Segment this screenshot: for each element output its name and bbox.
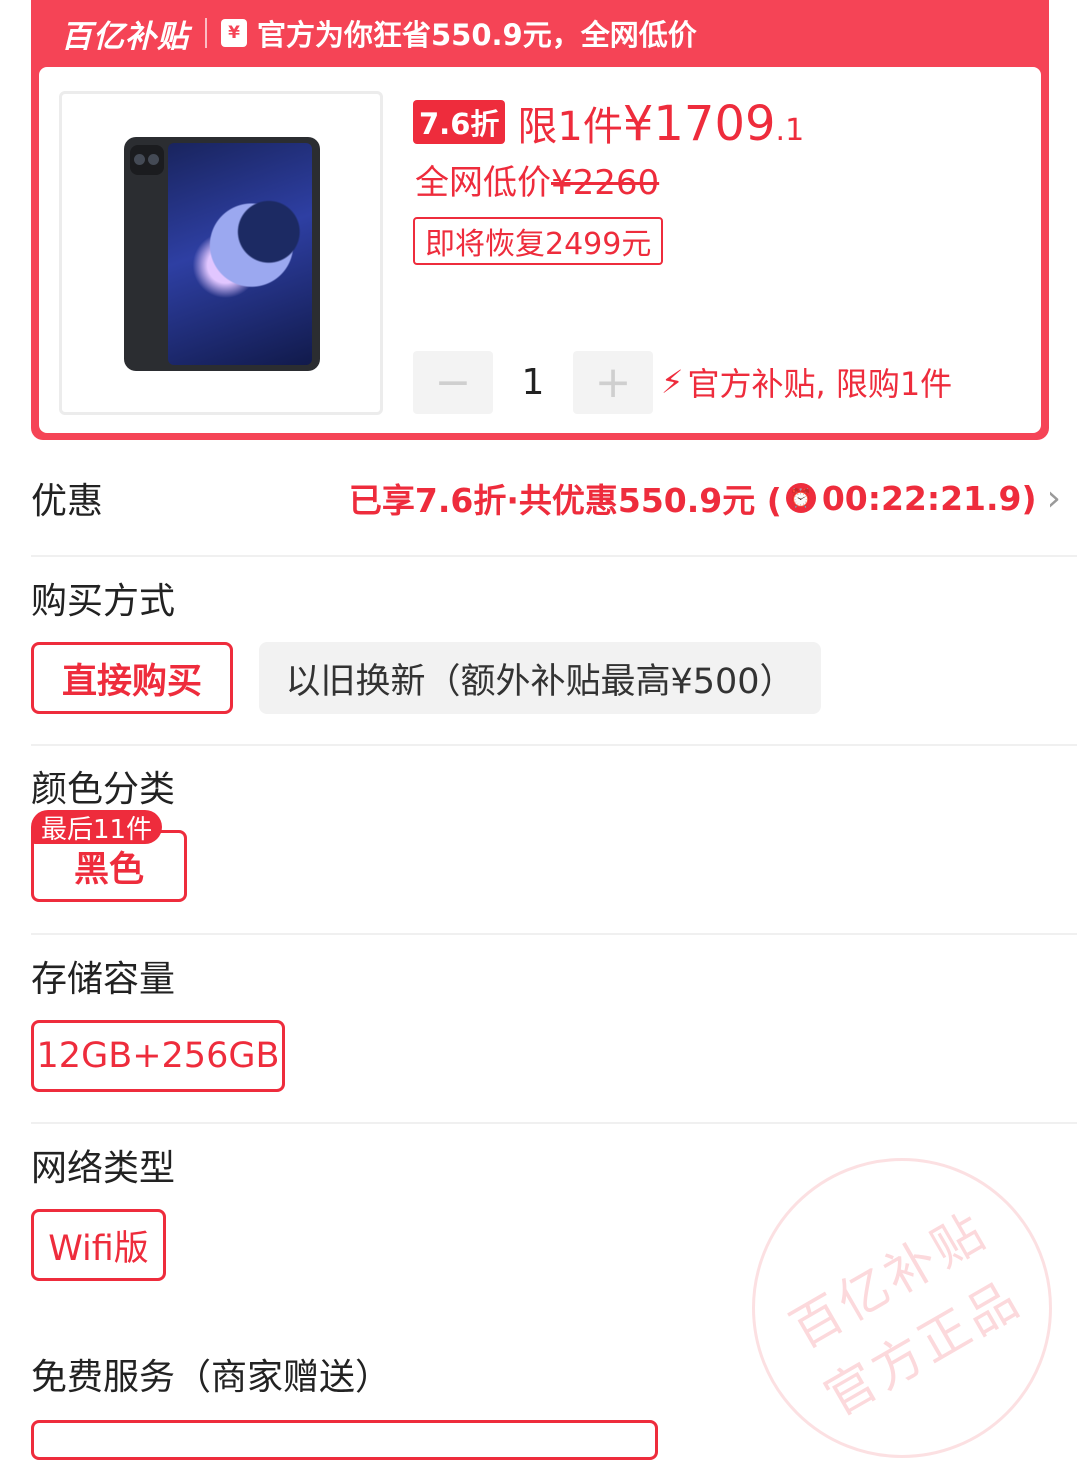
- quantity-value[interactable]: 1: [493, 351, 573, 414]
- banner-header: 百亿补贴 ¥ 官方为你狂省550.9元，全网低价: [31, 0, 1049, 66]
- original-price: ¥2260: [551, 163, 660, 203]
- original-price-row: 全网低价¥2260: [415, 155, 659, 204]
- banner-headline: 官方为你狂省550.9元，全网低价: [257, 18, 697, 52]
- promotion-label: 优惠: [31, 481, 104, 522]
- option-network-wifi[interactable]: Wifi版: [31, 1209, 166, 1281]
- discount-badge: 7.6折: [413, 100, 506, 144]
- price-main: ¥1709: [622, 96, 776, 152]
- limit-text: 限1件: [517, 104, 623, 150]
- divider: [31, 1122, 1077, 1124]
- subsidy-note: ⚡ 官方补贴, 限购1件: [661, 359, 952, 405]
- tablet-image: [124, 137, 320, 371]
- divider: [31, 933, 1077, 935]
- original-price-label: 全网低价: [415, 163, 551, 203]
- product-card: 7.6折 限1件 ¥1709 .1 全网低价¥2260 即将恢复2499元 − …: [39, 67, 1041, 433]
- product-thumbnail[interactable]: [59, 91, 383, 415]
- price-decimal: .1: [775, 113, 805, 148]
- stock-badge: 最后11件: [31, 810, 163, 845]
- option-direct-buy[interactable]: 直接购买: [31, 642, 233, 714]
- purchase-method-title: 购买方式: [31, 581, 176, 622]
- alarm-clock-icon: ⏰: [785, 483, 816, 513]
- free-services-title: 免费服务（商家赠送）: [31, 1357, 392, 1398]
- option-storage-12-256[interactable]: 12GB+256GB: [31, 1020, 285, 1092]
- divider: [31, 744, 1077, 746]
- quantity-plus-button[interactable]: +: [573, 351, 653, 414]
- brand-logo: 百亿补贴: [61, 18, 189, 55]
- option-trade-in[interactable]: 以旧换新（额外补贴最高¥500）: [259, 642, 821, 714]
- brand-divider: [205, 18, 207, 48]
- price-row: 7.6折 限1件 ¥1709 .1: [413, 94, 804, 152]
- restore-price-tag: 即将恢复2499元: [413, 217, 664, 265]
- quantity-minus-button[interactable]: −: [413, 351, 493, 414]
- color-title: 颜色分类: [31, 769, 176, 810]
- subsidy-banner: 百亿补贴 ¥ 官方为你狂省550.9元，全网低价 7.6折 限1件 ¥1709 …: [31, 0, 1049, 440]
- storage-title: 存储容量: [31, 959, 176, 1000]
- promotion-summary-text: 已享7.6折·共优惠550.9元 (: [348, 481, 782, 520]
- yen-icon: ¥: [221, 19, 247, 47]
- promotion-summary: 已享7.6折·共优惠550.9元 ( ⏰ 00:22:21.9) ›: [349, 474, 1061, 522]
- restore-price-text: 即将恢复2499元: [425, 227, 652, 262]
- promotion-row[interactable]: 优惠 已享7.6折·共优惠550.9元 ( ⏰ 00:22:21.9) ›: [31, 460, 1061, 536]
- subsidy-note-text: 官方补贴, 限购1件: [687, 365, 953, 403]
- camera-icon: [130, 145, 164, 175]
- divider: [31, 555, 1077, 557]
- chevron-right-icon[interactable]: ›: [1047, 478, 1061, 519]
- lightning-icon: ⚡: [661, 363, 684, 401]
- tablet-screen: [168, 143, 312, 365]
- authentic-stamp-watermark: 百亿补贴 官方正品: [752, 1158, 1052, 1458]
- network-title: 网络类型: [31, 1148, 176, 1189]
- service-option[interactable]: [31, 1420, 658, 1460]
- countdown-timer: 00:22:21.9): [821, 478, 1037, 518]
